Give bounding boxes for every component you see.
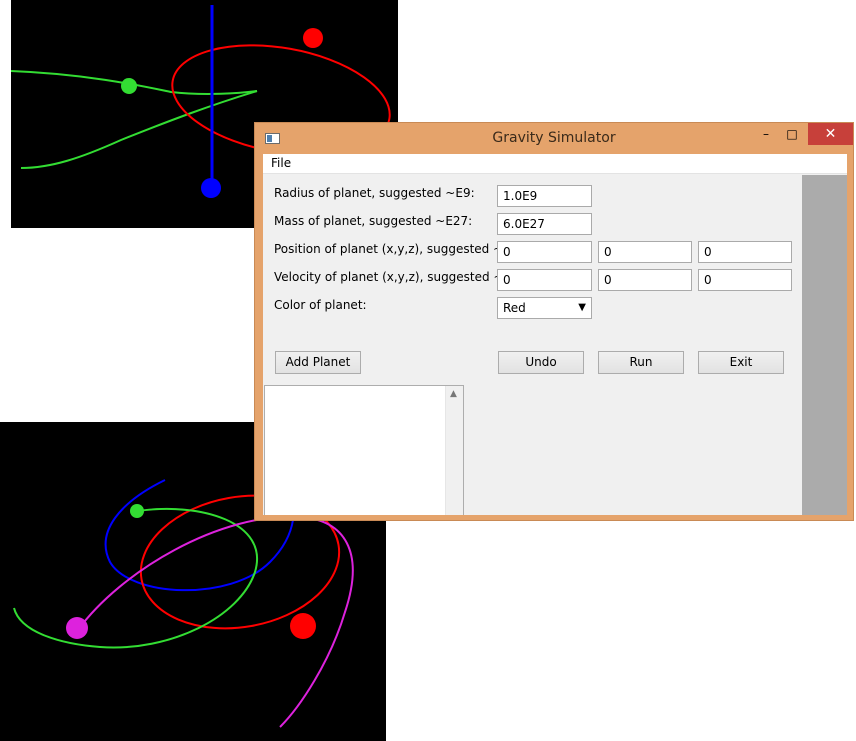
undo-button[interactable]: Undo — [498, 351, 584, 374]
velocity-y-input[interactable]: 0 — [598, 269, 692, 291]
blue-planet — [201, 178, 221, 198]
green-orbit-lower — [20, 90, 258, 169]
red-planet — [303, 28, 323, 48]
menu-file[interactable]: File — [271, 156, 291, 170]
client-area: File Radius of planet, suggested ~E9: 1.… — [263, 154, 847, 515]
velocity-z-input[interactable]: 0 — [698, 269, 792, 291]
app-window: Gravity Simulator – □ ✕ File Radius of p… — [254, 122, 854, 521]
color-label: Color of planet: — [274, 298, 367, 312]
scroll-up-icon[interactable]: ▲ — [450, 389, 457, 399]
side-panel — [802, 175, 847, 515]
title-bar[interactable]: Gravity Simulator – □ ✕ — [255, 123, 853, 153]
chevron-down-icon: ▼ — [578, 302, 586, 313]
exit-button[interactable]: Exit — [698, 351, 784, 374]
radius-label: Radius of planet, suggested ~E9: — [274, 186, 475, 200]
add-planet-button[interactable]: Add Planet — [275, 351, 361, 374]
close-button[interactable]: ✕ — [808, 123, 853, 145]
color-select[interactable]: Red ▼ — [497, 297, 592, 319]
mass-input[interactable]: 6.0E27 — [497, 213, 592, 235]
position-label: Position of planet (x,y,z), suggested ~E… — [274, 242, 531, 256]
radius-input[interactable]: 1.0E9 — [497, 185, 592, 207]
magenta-planet — [66, 617, 88, 639]
color-select-value: Red — [503, 301, 526, 315]
run-button[interactable]: Run — [598, 351, 684, 374]
list-scrollbar[interactable]: ▲ — [445, 386, 463, 515]
position-z-input[interactable]: 0 — [698, 241, 792, 263]
mass-label: Mass of planet, suggested ~E27: — [274, 214, 473, 228]
velocity-label: Velocity of planet (x,y,z), suggested ~E… — [274, 270, 523, 284]
position-x-input[interactable]: 0 — [497, 241, 592, 263]
menu-bar: File — [263, 154, 847, 174]
green-planet — [130, 504, 144, 518]
maximize-button[interactable]: □ — [781, 123, 803, 145]
minimize-button[interactable]: – — [755, 123, 777, 145]
position-y-input[interactable]: 0 — [598, 241, 692, 263]
green-planet — [121, 78, 137, 94]
planet-list[interactable]: ▲ — [264, 385, 464, 515]
velocity-x-input[interactable]: 0 — [497, 269, 592, 291]
red-planet — [290, 613, 316, 639]
